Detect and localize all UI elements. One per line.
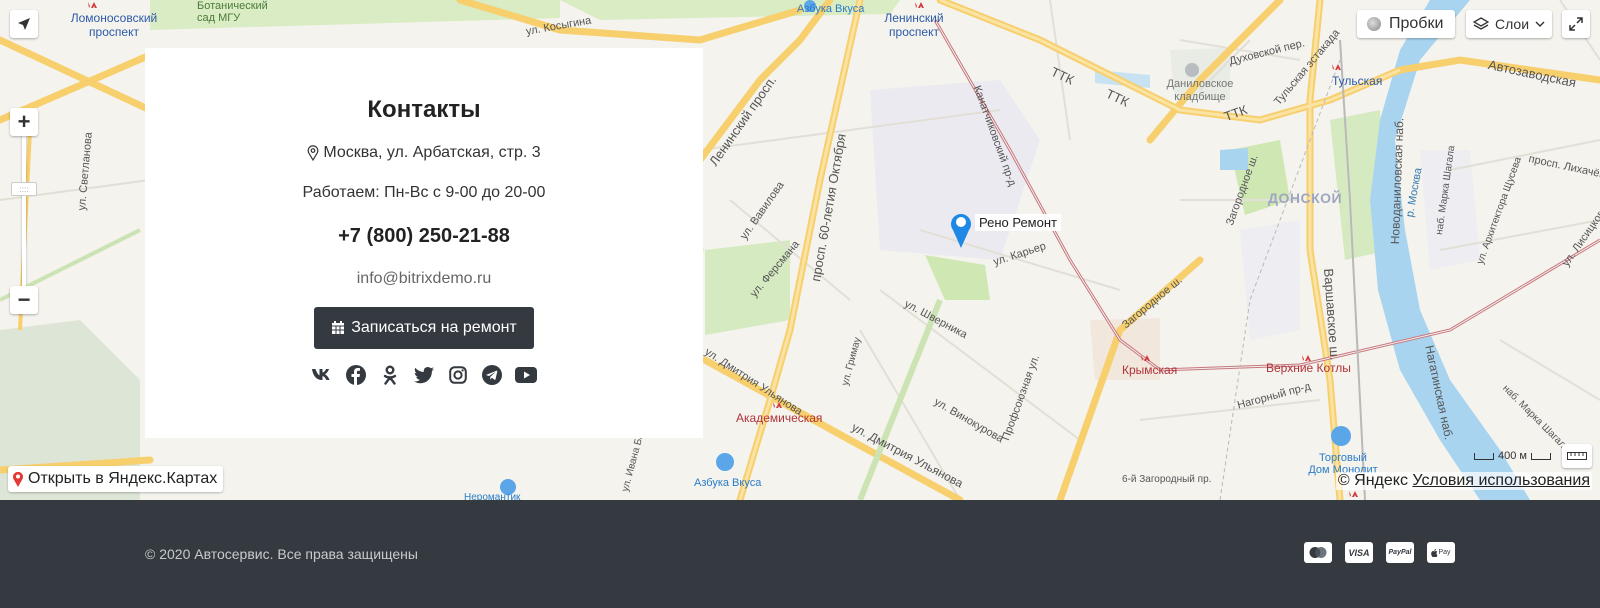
terms-of-use-link[interactable]: Условия использования: [1412, 472, 1590, 489]
contacts-card: Контакты Москва, ул. Арбатская, стр. 3 Р…: [145, 48, 703, 438]
map-label-verkhnie-kotly: Верхние Котлы: [1266, 361, 1351, 375]
ruler-button[interactable]: [1562, 444, 1592, 468]
scale-line: [1530, 452, 1551, 460]
ruler-icon: [1567, 452, 1587, 460]
contacts-email[interactable]: info@bitrixdemo.ru: [145, 270, 703, 288]
map-label-donskoy: ДОНСКОЙ: [1268, 190, 1343, 206]
book-repair-button[interactable]: Записаться на ремонт: [314, 307, 534, 349]
scale-line: [1474, 452, 1494, 460]
map-pin-icon: [13, 471, 23, 487]
map-label-danilovskoe: Даниловское кладбище: [1166, 78, 1234, 103]
applepay-icon: Pay: [1427, 542, 1455, 563]
map-label-krymskaya: Крымская: [1122, 363, 1178, 377]
instagram-icon[interactable]: [447, 364, 469, 386]
chevron-down-icon: [1535, 21, 1545, 27]
layers-label: Слои: [1494, 16, 1530, 32]
location-pin-icon: [307, 145, 319, 161]
mastercard-icon: [1304, 542, 1332, 563]
payment-methods: VISA PayPal Pay: [1304, 542, 1455, 563]
footer: © 2020 Автосервис. Все права защищены VI…: [0, 500, 1600, 608]
book-repair-label: Записаться на ремонт: [351, 319, 517, 336]
layers-icon: [1472, 17, 1489, 30]
paypal-icon: PayPal: [1386, 542, 1414, 563]
map-label-azbuka-bottom: Азбука Вкуса: [694, 477, 762, 489]
location-marker-icon[interactable]: [948, 210, 974, 248]
facebook-icon[interactable]: [345, 364, 367, 386]
footer-copyright: © 2020 Автосервис. Все права защищены: [145, 546, 418, 562]
address-text: Москва, ул. Арбатская, стр. 3: [323, 144, 541, 161]
visa-icon: VISA: [1345, 542, 1373, 563]
youtube-icon[interactable]: [515, 364, 537, 386]
contacts-address: Москва, ул. Арбатская, стр. 3: [145, 144, 703, 162]
open-in-yandex-maps-link[interactable]: Открыть в Яндекс.Картах: [8, 466, 224, 492]
geolocation-arrow-icon: [18, 18, 30, 30]
geolocation-button[interactable]: [10, 10, 38, 38]
map-label-leninsky-metro: Ленинский проспект: [884, 11, 944, 39]
map-label-neromantik: Неромантик: [464, 492, 521, 500]
yandex-copyright: © Яндекс: [1337, 472, 1408, 489]
social-links: [145, 364, 703, 386]
expand-icon: [1569, 17, 1583, 31]
twitter-icon[interactable]: [413, 364, 435, 386]
apple-icon: [1431, 548, 1438, 557]
zoom-slider-track[interactable]: [22, 136, 26, 286]
applepay-label: Pay: [1438, 549, 1451, 556]
odnoklassniki-icon[interactable]: [379, 364, 401, 386]
fullscreen-button[interactable]: [1562, 10, 1590, 38]
map-copyright: © Яндекс Условия использования: [1335, 472, 1592, 490]
zoom-in-button[interactable]: +: [10, 108, 38, 136]
contacts-hours: Работаем: Пн-Вс с 9-00 до 20-00: [302, 184, 546, 201]
minus-icon: −: [17, 287, 31, 312]
map-label-akademicheskaya: Академическая: [736, 411, 823, 425]
plus-icon: +: [17, 109, 31, 134]
traffic-label: Пробки: [1389, 15, 1444, 32]
map-scale: 400 м: [1474, 450, 1551, 462]
map-label-tulskaya-metro: Тульская: [1332, 74, 1383, 88]
contacts-phone[interactable]: +7 (800) 250-21-88: [145, 225, 703, 248]
marker-label[interactable]: Рено Ремонт: [975, 214, 1061, 231]
zoom-out-button[interactable]: −: [10, 286, 38, 314]
map-label-zagorodny-6: 6-й Загородный пр.: [1122, 474, 1212, 485]
map-label-botanical: Ботанический сад МГУ: [197, 0, 268, 24]
layers-button[interactable]: Слои: [1466, 10, 1552, 38]
traffic-button[interactable]: Пробки: [1357, 10, 1455, 38]
telegram-icon[interactable]: [481, 364, 503, 386]
scale-label: 400 м: [1498, 450, 1527, 462]
calendar-icon: [332, 321, 345, 334]
open-in-yandex-label: Открыть в Яндекс.Картах: [28, 470, 218, 487]
map-label-azbuka-top: Азбука Вкуса: [797, 3, 865, 15]
contacts-title: Контакты: [367, 96, 481, 123]
map-label-lomonosovsky: Ломоносовский проспект: [70, 11, 158, 39]
vk-icon[interactable]: [311, 364, 333, 386]
zoom-slider-thumb[interactable]: ::::: [11, 182, 37, 196]
traffic-light-icon: [1367, 17, 1381, 31]
